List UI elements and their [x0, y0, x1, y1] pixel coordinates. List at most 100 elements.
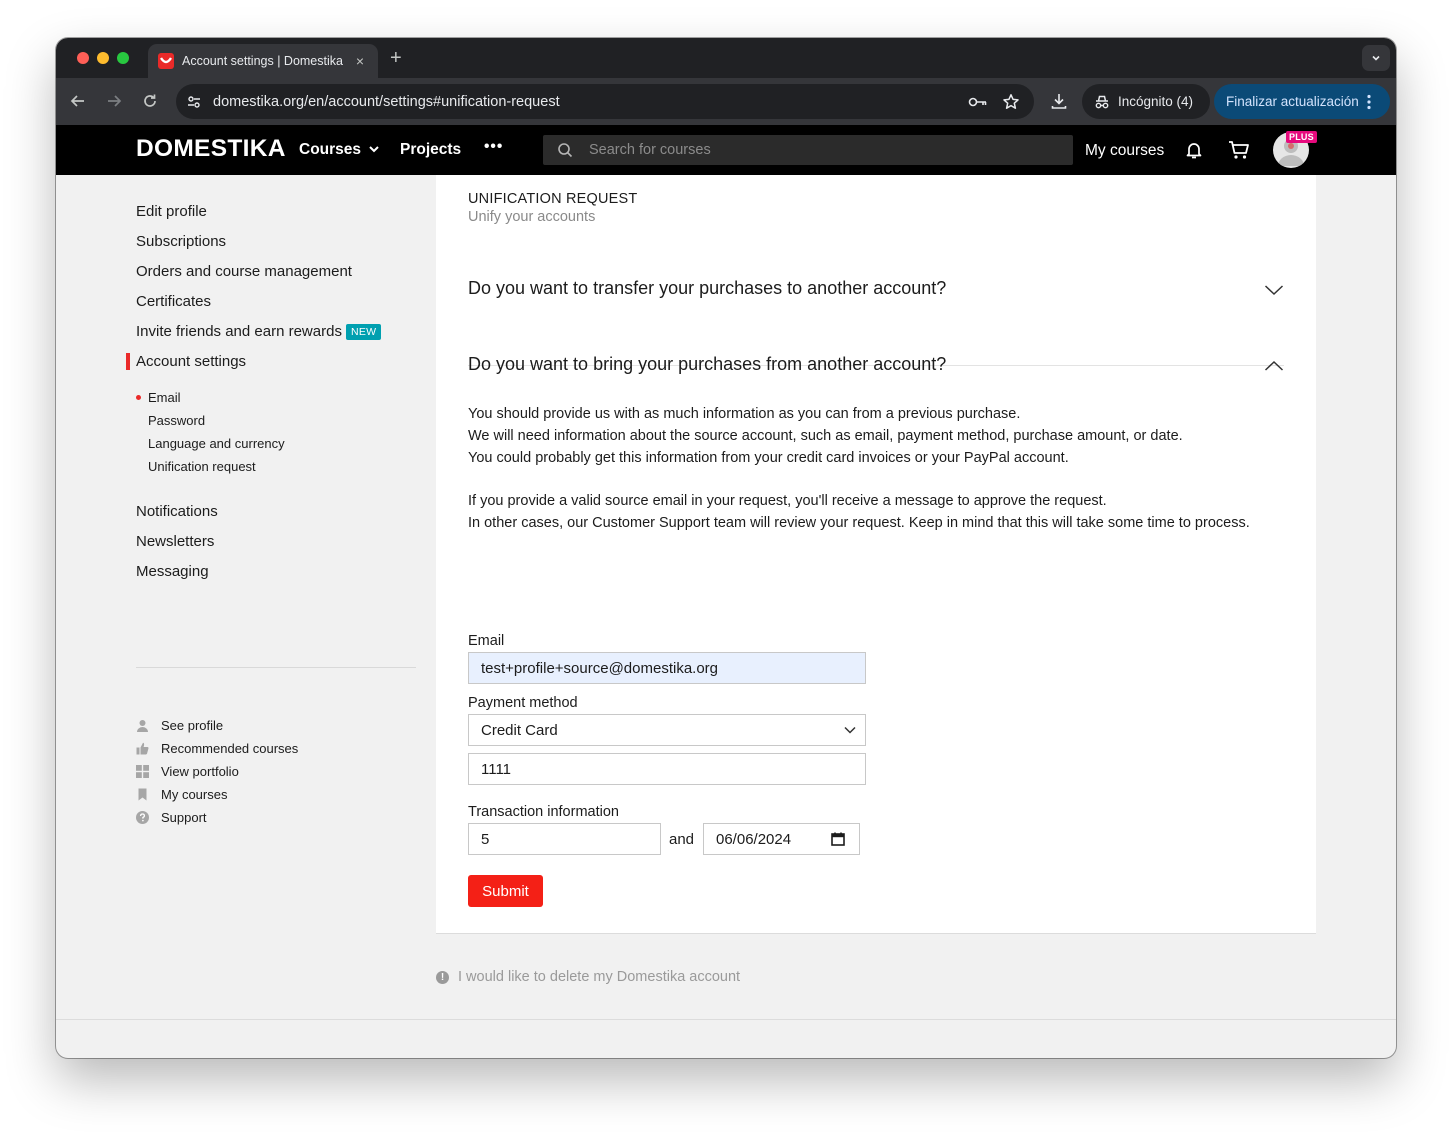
cart-button[interactable]	[1227, 138, 1251, 162]
nav-courses[interactable]: Courses	[299, 141, 380, 159]
incognito-icon	[1095, 95, 1109, 108]
sidebar-item-certificates[interactable]: Certificates	[136, 293, 211, 310]
sidebar-item-orders[interactable]: Orders and course management	[136, 263, 352, 280]
calendar-icon[interactable]	[831, 832, 845, 846]
plus-badge: PLUS	[1286, 131, 1317, 143]
active-indicator	[126, 353, 130, 370]
incognito-profile-button[interactable]: Incógnito (4)	[1082, 84, 1210, 119]
tab-close-icon[interactable]: ×	[352, 53, 368, 69]
subitem-password[interactable]: Password	[148, 413, 205, 428]
delete-account-link[interactable]: ! I would like to delete my Domestika ac…	[436, 969, 740, 985]
maximize-window-button[interactable]	[117, 52, 129, 64]
reload-icon	[144, 94, 156, 107]
url-text: domestika.org/en/account/settings#unific…	[213, 93, 560, 110]
sidebar-item-newsletters[interactable]: Newsletters	[136, 533, 214, 550]
sidebar-item-edit-profile[interactable]: Edit profile	[136, 203, 207, 220]
chevron-down-icon	[369, 146, 380, 153]
password-key-icon[interactable]	[968, 95, 988, 109]
bookmark-icon	[136, 788, 149, 801]
downloads-button[interactable]	[1048, 90, 1070, 112]
transaction-date-input[interactable]: 06/06/2024	[703, 823, 860, 855]
section-title: UNIFICATION REQUEST	[468, 191, 638, 207]
util-my-courses[interactable]: My courses	[136, 787, 227, 802]
card-digits-input[interactable]: 1111	[468, 753, 866, 785]
sidebar-item-notifications[interactable]: Notifications	[136, 503, 218, 520]
info-line: If you provide a valid source email in y…	[468, 493, 1107, 509]
tab-search-button[interactable]	[1362, 45, 1390, 71]
domestika-logo[interactable]: DOMESTIKA	[136, 135, 286, 163]
util-see-profile-label: See profile	[161, 718, 224, 733]
arrow-right-icon	[108, 95, 122, 107]
transaction-info-label: Transaction information	[468, 804, 619, 820]
question-icon	[136, 811, 149, 824]
submit-button[interactable]: Submit	[468, 875, 543, 907]
subitem-email[interactable]: Email	[148, 390, 181, 405]
site-header: DOMESTIKA Courses Projects ••• Search fo…	[56, 125, 1396, 175]
download-icon	[1051, 94, 1067, 109]
util-my-courses-label: My courses	[161, 787, 228, 802]
finish-update-button[interactable]: Finalizar actualización	[1214, 84, 1390, 119]
sidebar-item-account-settings[interactable]: Account settings	[136, 353, 246, 370]
util-support[interactable]: Support	[136, 810, 207, 825]
info-line: We will need information about the sourc…	[468, 428, 1183, 444]
subitem-unification-request[interactable]: Unification request	[148, 459, 256, 474]
minimize-window-button[interactable]	[97, 52, 109, 64]
my-courses-link[interactable]: My courses	[1085, 142, 1164, 160]
delete-account-label: I would like to delete my Domestika acco…	[458, 969, 741, 985]
and-text: and	[669, 831, 695, 848]
settings-sidebar: Edit profile Subscriptions Orders and co…	[56, 175, 436, 1058]
tab-title: Account settings | Domestika	[182, 54, 343, 68]
util-see-profile[interactable]: See profile	[136, 718, 223, 733]
nav-projects[interactable]: Projects	[400, 141, 461, 159]
info-line: You could probably get this information …	[468, 450, 1069, 466]
address-bar[interactable]: domestika.org/en/account/settings#unific…	[176, 84, 1034, 119]
sidebar-item-invite-friends[interactable]: Invite friends and earn rewards NEW	[136, 323, 382, 340]
notifications-button[interactable]	[1182, 138, 1206, 162]
chevron-down-icon	[844, 726, 856, 734]
accordion-bring-question: Do you want to bring your purchases from…	[468, 354, 947, 374]
accordion-transfer-purchases[interactable]: Do you want to transfer your purchases t…	[468, 278, 1284, 299]
chevron-down-icon	[1372, 55, 1380, 61]
bookmark-star-icon[interactable]	[1002, 93, 1020, 111]
source-email-input[interactable]: test+profile+source@domestika.org	[468, 652, 866, 684]
exclamation-icon: !	[436, 970, 449, 984]
close-window-button[interactable]	[77, 52, 89, 64]
active-subitem-dot	[136, 395, 141, 400]
tab-strip: Account settings | Domestika × +	[56, 38, 1396, 78]
transaction-amount-input[interactable]: 5	[468, 823, 661, 855]
back-button[interactable]	[67, 90, 89, 112]
subitem-language-currency[interactable]: Language and currency	[148, 436, 285, 451]
browser-tab-active[interactable]: Account settings | Domestika ×	[148, 44, 378, 78]
accordion-transfer-question: Do you want to transfer your purchases t…	[468, 278, 947, 298]
chevron-down-icon	[1264, 285, 1284, 296]
course-search[interactable]: Search for courses	[543, 135, 1073, 165]
util-recommended-courses[interactable]: Recommended courses	[136, 741, 298, 756]
update-label: Finalizar actualización	[1226, 94, 1359, 109]
footer-divider	[56, 1019, 1396, 1020]
payment-method-select[interactable]: Credit Card	[468, 714, 866, 746]
domestika-favicon-icon	[158, 53, 174, 69]
new-badge: NEW	[345, 324, 382, 340]
sidebar-item-invite-label: Invite friends and earn rewards	[136, 323, 342, 340]
forward-button[interactable]	[103, 90, 125, 112]
more-menu-icon[interactable]: •••	[484, 138, 503, 156]
site-settings-icon[interactable]	[186, 94, 202, 110]
section-subtitle: Unify your accounts	[468, 209, 596, 225]
email-label: Email	[468, 633, 505, 649]
thumbs-up-icon	[136, 742, 149, 755]
search-input[interactable]: Search for courses	[589, 142, 711, 158]
info-line: In other cases, our Customer Support tea…	[468, 515, 1250, 531]
kebab-menu-icon	[1367, 94, 1371, 109]
accordion-bring-purchases[interactable]: Do you want to bring your purchases from…	[468, 354, 1284, 375]
sidebar-divider	[136, 667, 416, 668]
bell-icon	[1186, 143, 1202, 159]
sidebar-item-subscriptions[interactable]: Subscriptions	[136, 233, 226, 250]
util-view-portfolio[interactable]: View portfolio	[136, 764, 239, 779]
nav-courses-label: Courses	[299, 141, 362, 158]
browser-window: Account settings | Domestika × + domesti…	[56, 38, 1396, 1058]
reload-button[interactable]	[139, 90, 161, 112]
new-tab-button[interactable]: +	[390, 46, 402, 70]
chevron-up-icon	[1264, 360, 1284, 371]
user-icon	[136, 719, 149, 732]
sidebar-item-messaging[interactable]: Messaging	[136, 563, 209, 580]
